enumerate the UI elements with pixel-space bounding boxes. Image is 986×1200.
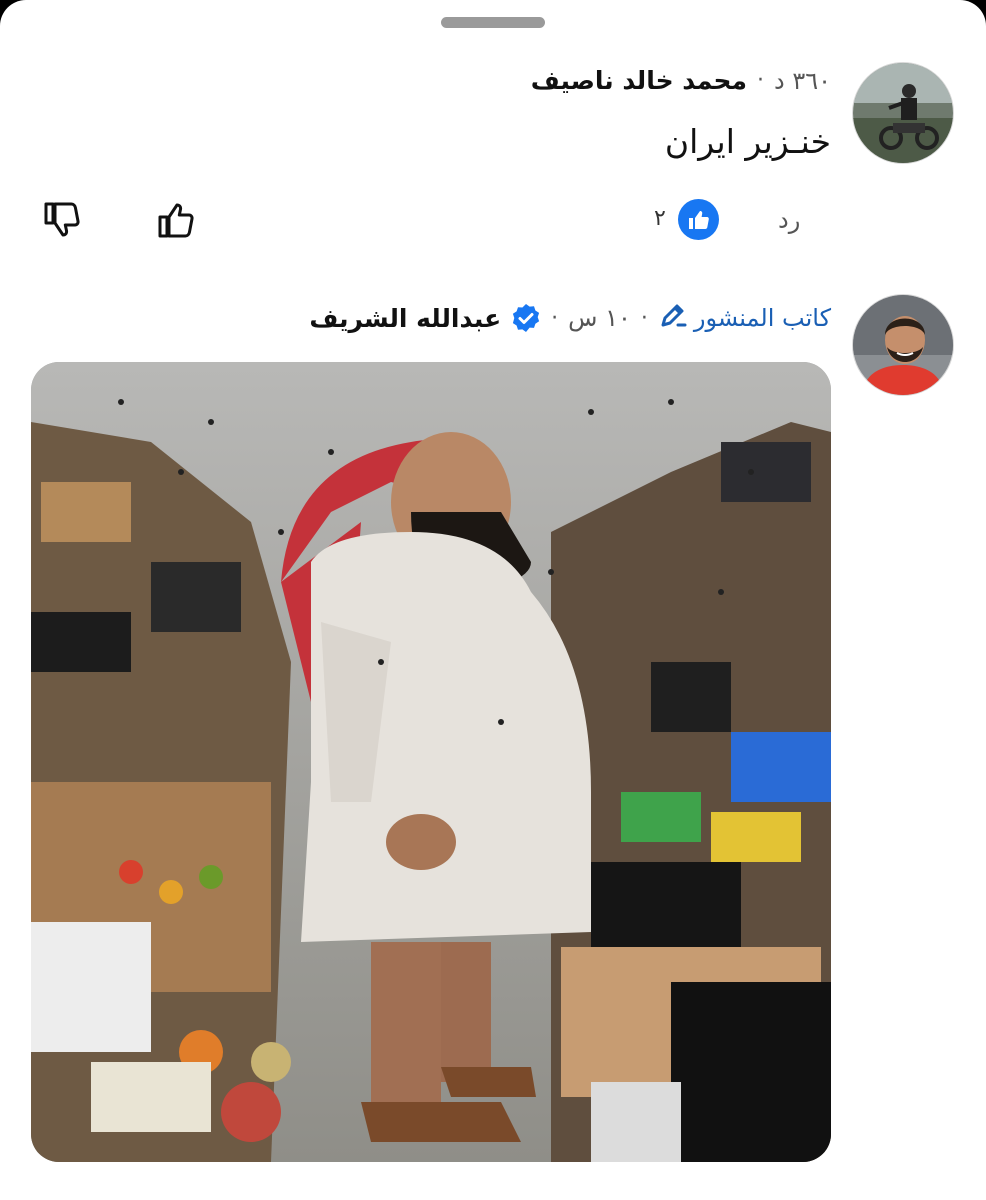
reply-button[interactable]: رد — [778, 206, 800, 234]
avatar-post-author[interactable] — [852, 294, 954, 396]
dislike-icon[interactable] — [40, 198, 84, 242]
comments-sheet: محمد خالد ناصيف · ٣٦٠ د خنـزير ايران رد … — [0, 0, 986, 1200]
author-badge-label: كاتب المنشور — [693, 304, 831, 332]
comment-2-actions-partial — [0, 1190, 986, 1200]
separator-dot: · — [757, 68, 764, 93]
comment-timestamp: ٣٦٠ د — [774, 66, 831, 95]
comment-2-meta: عبدالله الشريف · ١٠ س · كاتب المنشور — [309, 300, 831, 336]
comment-author[interactable]: عبدالله الشريف — [309, 304, 501, 333]
comment-author[interactable]: محمد خالد ناصيف — [531, 66, 747, 95]
separator-dot: · — [640, 305, 648, 331]
verified-icon — [511, 303, 541, 333]
like-count: ٢ — [654, 206, 666, 231]
like-icon[interactable] — [154, 198, 198, 242]
author-badge: كاتب المنشور — [658, 300, 831, 336]
avatar-commenter-1[interactable] — [852, 62, 954, 164]
pencil-icon — [658, 300, 688, 336]
like-reaction-icon[interactable] — [678, 199, 719, 240]
comment-text: خنـزير ايران — [664, 122, 831, 161]
sheet-grabber[interactable] — [441, 17, 545, 28]
comment-image[interactable] — [31, 362, 831, 1162]
comment-1-meta: محمد خالد ناصيف · ٣٦٠ د — [531, 66, 831, 95]
separator-dot: · — [551, 305, 559, 331]
comment-timestamp: ١٠ س — [568, 304, 631, 332]
